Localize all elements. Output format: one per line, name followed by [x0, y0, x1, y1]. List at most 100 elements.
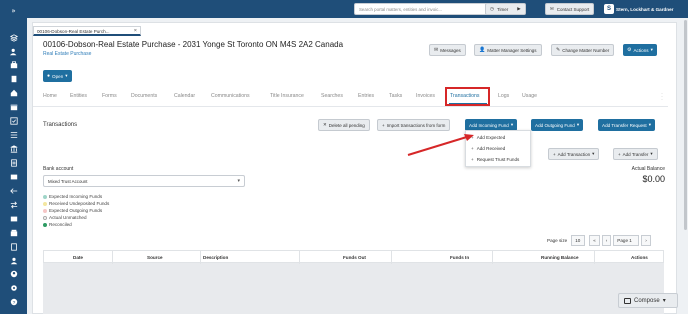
- bank-account-select[interactable]: Mixed Trust Account ▾: [43, 175, 245, 187]
- chevron-down-icon: ▾: [237, 178, 240, 184]
- tab-searches[interactable]: Searches: [321, 93, 343, 99]
- table-header: Date Source Description Funds Out Funds …: [43, 250, 664, 264]
- matter-type-link[interactable]: Real Estate Purchase: [43, 51, 91, 57]
- tab-calendar[interactable]: Calendar: [174, 93, 195, 99]
- tab-usage[interactable]: Usage: [522, 93, 537, 99]
- contact-support-button[interactable]: ✉ Contact Support: [545, 3, 595, 15]
- plus-icon: +: [618, 151, 621, 157]
- tabs-divider: [33, 106, 668, 107]
- calendar-icon[interactable]: [8, 102, 19, 112]
- tab-title-insurance[interactable]: Title Insurance: [270, 93, 304, 99]
- message-icon: ✉: [434, 47, 439, 53]
- chevron-down-icon: ▾: [65, 73, 68, 78]
- users-icon[interactable]: [8, 256, 19, 266]
- legend-item: Reconciled: [43, 222, 72, 227]
- more-options-icon[interactable]: · · ·: [661, 91, 664, 103]
- prev-page-button[interactable]: ‹: [601, 235, 612, 246]
- tasks-icon[interactable]: [8, 116, 19, 126]
- delete-all-pending-button[interactable]: ✕ Delete all pending: [318, 119, 370, 131]
- tab-home[interactable]: Home: [43, 93, 57, 99]
- tab-entities[interactable]: Entities: [70, 93, 87, 99]
- files-icon[interactable]: [8, 242, 19, 252]
- transactions-table: Date Source Description Funds Out Funds …: [43, 250, 664, 314]
- legend-item: Expected Incoming Funds: [43, 194, 102, 199]
- menu-item-add-expected[interactable]: + Add Expected: [471, 135, 505, 140]
- section-title: Transactions: [43, 122, 78, 128]
- column-divider: [112, 251, 113, 264]
- first-page-button[interactable]: «: [589, 235, 600, 246]
- column-divider: [200, 251, 201, 264]
- bank-account-label: Bank account: [43, 166, 74, 172]
- legend-dot: [43, 222, 47, 227]
- plus-icon: +: [471, 146, 474, 151]
- tab-forms[interactable]: Forms: [102, 93, 117, 99]
- home-icon[interactable]: [8, 88, 19, 98]
- settings-gear-icon[interactable]: [8, 283, 19, 293]
- column-header-funds-in[interactable]: Funds In: [450, 255, 469, 260]
- timer-button[interactable]: ◷ Timer ▶: [485, 3, 526, 15]
- tab-communications[interactable]: Communications: [211, 93, 250, 99]
- next-page-button[interactable]: ›: [641, 235, 651, 246]
- close-icon: ✕: [323, 122, 327, 127]
- matter-manager-settings-button[interactable]: 👤 Matter Manager Settings: [474, 44, 542, 56]
- column-divider: [299, 251, 300, 264]
- import-transactions-button[interactable]: + Import transactions from form: [377, 119, 451, 131]
- chevron-down-icon: ▾: [648, 122, 651, 127]
- expand-sidebar-icon[interactable]: »: [8, 6, 19, 16]
- chevron-down-icon: ▾: [662, 298, 666, 304]
- transfer-icon[interactable]: [8, 200, 19, 210]
- contacts-icon[interactable]: [8, 47, 19, 57]
- actual-balance-label: Actual Balance: [631, 166, 665, 172]
- compose-button[interactable]: Compose ▾: [618, 293, 678, 308]
- firm-logo-icon: S: [604, 4, 614, 14]
- tab-tasks[interactable]: Tasks: [389, 93, 402, 99]
- help-icon[interactable]: ?: [8, 297, 19, 307]
- column-header-running-balance[interactable]: Running Balance: [541, 255, 579, 260]
- transactions-tab-highlight: [445, 87, 490, 106]
- plus-icon: +: [471, 157, 474, 162]
- status-dropdown[interactable]: ● Open ▾: [43, 70, 72, 82]
- bank-icon[interactable]: [8, 144, 19, 154]
- add-transfer-request-button[interactable]: Add Transfer Request ▾: [598, 119, 655, 131]
- column-divider: [492, 251, 493, 264]
- column-header-description[interactable]: Description: [203, 255, 228, 260]
- column-header-funds-out[interactable]: Funds Out: [343, 255, 366, 260]
- menu-item-add-received[interactable]: + Add Received: [471, 146, 505, 151]
- profile-icon[interactable]: [8, 269, 19, 279]
- add-outgoing-fund-button[interactable]: Add Outgoing Fund ▾: [531, 119, 584, 131]
- add-transfer-button[interactable]: + Add Transfer ▾: [613, 148, 658, 160]
- plus-icon: +: [471, 135, 474, 140]
- add-transaction-button[interactable]: + Add Transaction ▾: [548, 148, 600, 160]
- documents-icon[interactable]: [8, 74, 19, 84]
- list-icon[interactable]: [8, 130, 19, 140]
- tab-entries[interactable]: Entries: [358, 93, 374, 99]
- matters-icon[interactable]: [8, 60, 19, 70]
- inbox-icon[interactable]: [8, 214, 19, 224]
- compose-icon: [624, 297, 631, 304]
- tab-logs[interactable]: Logs: [498, 93, 509, 99]
- page-size-select[interactable]: 10: [571, 235, 586, 246]
- plus-icon: +: [553, 151, 556, 157]
- page-scrollbar[interactable]: [684, 20, 687, 230]
- dashboard-icon[interactable]: [8, 33, 19, 43]
- legend-dot: [43, 201, 47, 206]
- change-matter-number-button[interactable]: ✎ Change Matter Number: [551, 44, 615, 56]
- tab-documents[interactable]: Documents: [131, 93, 157, 99]
- legend-item: Expected Outgoing Funds: [43, 208, 102, 213]
- back-arrow-icon[interactable]: [8, 186, 19, 196]
- firm-account[interactable]: S Stern, Lockhart & Gardner: [604, 3, 673, 15]
- menu-item-request-trust-funds[interactable]: + Request Trust Funds: [471, 157, 519, 162]
- column-divider: [594, 251, 595, 264]
- messages-button[interactable]: ✉ Messages: [429, 44, 466, 56]
- column-header-date[interactable]: Date: [73, 255, 83, 260]
- clock-icon: ◷: [490, 6, 494, 11]
- reports-icon[interactable]: [8, 172, 19, 182]
- close-icon[interactable]: ×: [134, 28, 137, 34]
- status-icon: ●: [47, 73, 51, 79]
- billing-icon[interactable]: [8, 158, 19, 168]
- archive-icon[interactable]: [8, 228, 19, 238]
- matter-tab[interactable]: 00106-Dobson-Real Estate Purch... ×: [33, 26, 141, 36]
- column-header-source[interactable]: Source: [147, 255, 163, 260]
- tab-invoices[interactable]: Invoices: [416, 93, 435, 99]
- actions-button[interactable]: ⚙ Actions ▾: [623, 44, 657, 56]
